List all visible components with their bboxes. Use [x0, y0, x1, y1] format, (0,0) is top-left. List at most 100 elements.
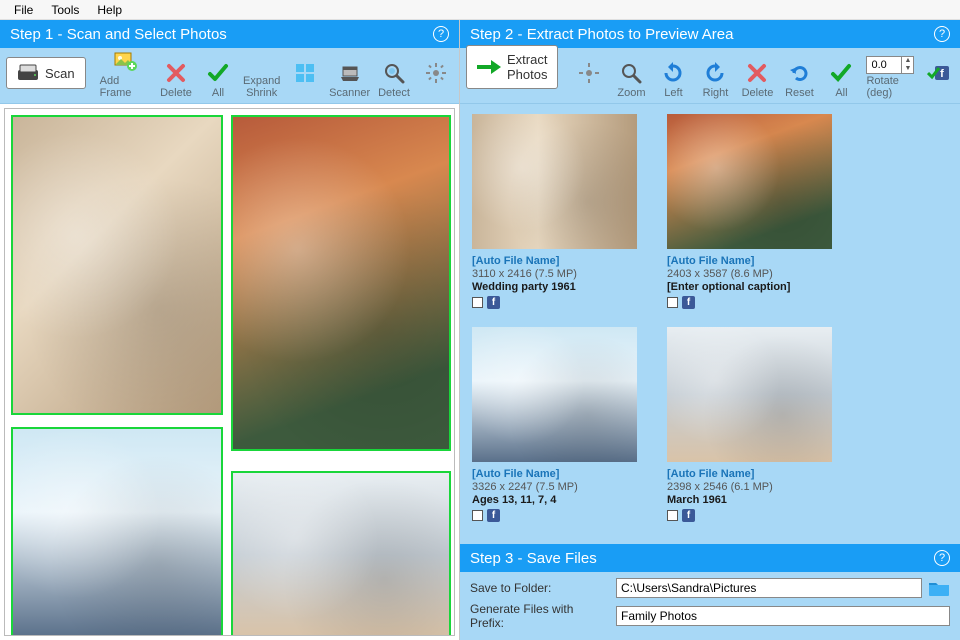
delete-label2: Delete — [742, 87, 774, 99]
preview-filename[interactable]: [Auto File Name] — [667, 255, 832, 267]
preview-caption[interactable]: Ages 13, 11, 7, 4 — [472, 494, 637, 506]
scan-label: Scan — [45, 66, 75, 81]
preview-filename[interactable]: [Auto File Name] — [667, 468, 832, 480]
save-to-label: Save to Folder: — [470, 581, 610, 595]
scanner-button[interactable]: Scanner — [330, 61, 369, 99]
left-label: Left — [664, 87, 682, 99]
preview-filename[interactable]: [Auto File Name] — [472, 255, 637, 267]
reset-button[interactable]: Reset — [782, 61, 816, 99]
preview-checkbox[interactable] — [472, 510, 483, 521]
step2-title: Step 2 - Extract Photos to Preview Area — [470, 26, 733, 43]
selection-box-2[interactable] — [231, 115, 451, 451]
preview-dims: 2403 x 3587 (8.6 MP) — [667, 268, 832, 280]
undo-icon — [787, 61, 811, 85]
preview-checkbox[interactable] — [667, 297, 678, 308]
preview-thumb[interactable] — [667, 114, 832, 249]
step2-header: Step 2 - Extract Photos to Preview Area … — [460, 20, 960, 48]
facebook-check-icon: f — [927, 61, 951, 85]
scanner-label: Scanner — [329, 87, 370, 99]
right-panel: Step 2 - Extract Photos to Preview Area … — [460, 20, 960, 640]
preview-thumb[interactable] — [472, 327, 637, 462]
facebook-icon[interactable]: f — [682, 296, 695, 309]
detect-icon — [382, 61, 406, 85]
zoom-button[interactable]: Zoom — [614, 61, 648, 99]
preview-card[interactable]: [Auto File Name] 2403 x 3587 (8.6 MP) [E… — [667, 114, 832, 309]
browse-folder-button[interactable] — [928, 579, 950, 597]
step1-toolbar: Scan Add Frame Delete All — [0, 48, 459, 104]
scanner-icon — [17, 64, 39, 82]
menu-tools[interactable]: Tools — [43, 1, 87, 19]
detect-label: Detect — [378, 87, 410, 99]
selection-box-1[interactable] — [11, 115, 223, 415]
facebook-share-button[interactable]: f — [922, 61, 956, 99]
add-frame-button[interactable]: Add Frame — [100, 49, 151, 99]
step2-help-icon[interactable]: ? — [934, 26, 950, 42]
settings-button-step1[interactable] — [419, 61, 453, 99]
extract-button[interactable]: Extract Photos — [466, 45, 558, 89]
preview-area: [Auto File Name] 3110 x 2416 (7.5 MP) We… — [460, 104, 960, 544]
delete-button-step2[interactable]: Delete — [740, 61, 774, 99]
check-all-icon — [829, 61, 853, 85]
scan-canvas[interactable] — [4, 108, 455, 636]
detect-button[interactable]: Detect — [377, 61, 411, 99]
rotate-value: 0.0 — [867, 59, 890, 71]
expand-shrink-button[interactable]: Expand Shrink — [243, 75, 280, 99]
preview-thumb[interactable] — [472, 114, 637, 249]
preview-thumb[interactable] — [667, 327, 832, 462]
step3-help-icon[interactable]: ? — [934, 550, 950, 566]
all-button-step2[interactable]: All — [824, 61, 858, 99]
grid-button[interactable] — [288, 61, 322, 99]
add-frame-label: Add Frame — [100, 75, 151, 99]
gear-icon — [424, 61, 448, 85]
selection-box-3[interactable] — [11, 427, 223, 636]
menu-help[interactable]: Help — [89, 1, 130, 19]
preview-card[interactable]: [Auto File Name] 3110 x 2416 (7.5 MP) We… — [472, 114, 637, 309]
check-all-icon — [206, 61, 230, 85]
preview-dims: 3110 x 2416 (7.5 MP) — [472, 268, 637, 280]
preview-dims: 2398 x 2546 (6.1 MP) — [667, 481, 832, 493]
step1-panel: Step 1 - Scan and Select Photos ? Scan A… — [0, 20, 460, 640]
spin-up[interactable]: ▲ — [902, 57, 913, 65]
delete-label: Delete — [160, 87, 192, 99]
gear-icon — [577, 61, 601, 85]
delete-icon — [745, 61, 769, 85]
facebook-icon[interactable]: f — [682, 509, 695, 522]
spin-down[interactable]: ▼ — [902, 65, 913, 73]
preview-caption[interactable]: [Enter optional caption] — [667, 281, 832, 293]
rotate-left-icon — [661, 61, 685, 85]
save-to-input[interactable] — [616, 578, 922, 598]
facebook-icon[interactable]: f — [487, 509, 500, 522]
rotate-right-icon — [703, 61, 727, 85]
preview-checkbox[interactable] — [472, 297, 483, 308]
step1-help-icon[interactable]: ? — [433, 26, 449, 42]
scan-button[interactable]: Scan — [6, 57, 86, 89]
rotate-input[interactable]: 0.0 ▲▼ — [866, 56, 914, 74]
preview-filename[interactable]: [Auto File Name] — [472, 468, 637, 480]
rotate-deg-label: Rotate (deg) — [866, 75, 914, 99]
rotate-right-button[interactable]: Right — [698, 61, 732, 99]
settings-button-step2[interactable] — [572, 61, 606, 99]
preview-card[interactable]: [Auto File Name] 2398 x 2546 (6.1 MP) Ma… — [667, 327, 832, 522]
preview-card[interactable]: [Auto File Name] 3326 x 2247 (7.5 MP) Ag… — [472, 327, 637, 522]
selection-box-4[interactable] — [231, 471, 451, 636]
menu-file[interactable]: File — [6, 1, 41, 19]
all-button-step1[interactable]: All — [201, 61, 235, 99]
menu-bar: File Tools Help — [0, 0, 960, 20]
zoom-icon — [619, 61, 643, 85]
step3-title: Step 3 - Save Files — [470, 550, 597, 567]
preview-checkbox[interactable] — [667, 510, 678, 521]
all-label2: All — [835, 87, 847, 99]
step2-toolbar: Extract Photos Zoom Left — [460, 48, 960, 104]
rotate-left-button[interactable]: Left — [656, 61, 690, 99]
step3-header: Step 3 - Save Files ? — [460, 544, 960, 572]
facebook-icon[interactable]: f — [487, 296, 500, 309]
delete-button-step1[interactable]: Delete — [159, 61, 193, 99]
svg-text:f: f — [941, 68, 945, 80]
preview-caption[interactable]: Wedding party 1961 — [472, 281, 637, 293]
step3-toolbar: Save to Folder: Generate Files with Pref… — [460, 572, 960, 640]
scanner2-icon — [338, 61, 362, 85]
preview-caption[interactable]: March 1961 — [667, 494, 832, 506]
prefix-input[interactable] — [616, 606, 950, 626]
zoom-label: Zoom — [617, 87, 645, 99]
delete-icon — [164, 61, 188, 85]
